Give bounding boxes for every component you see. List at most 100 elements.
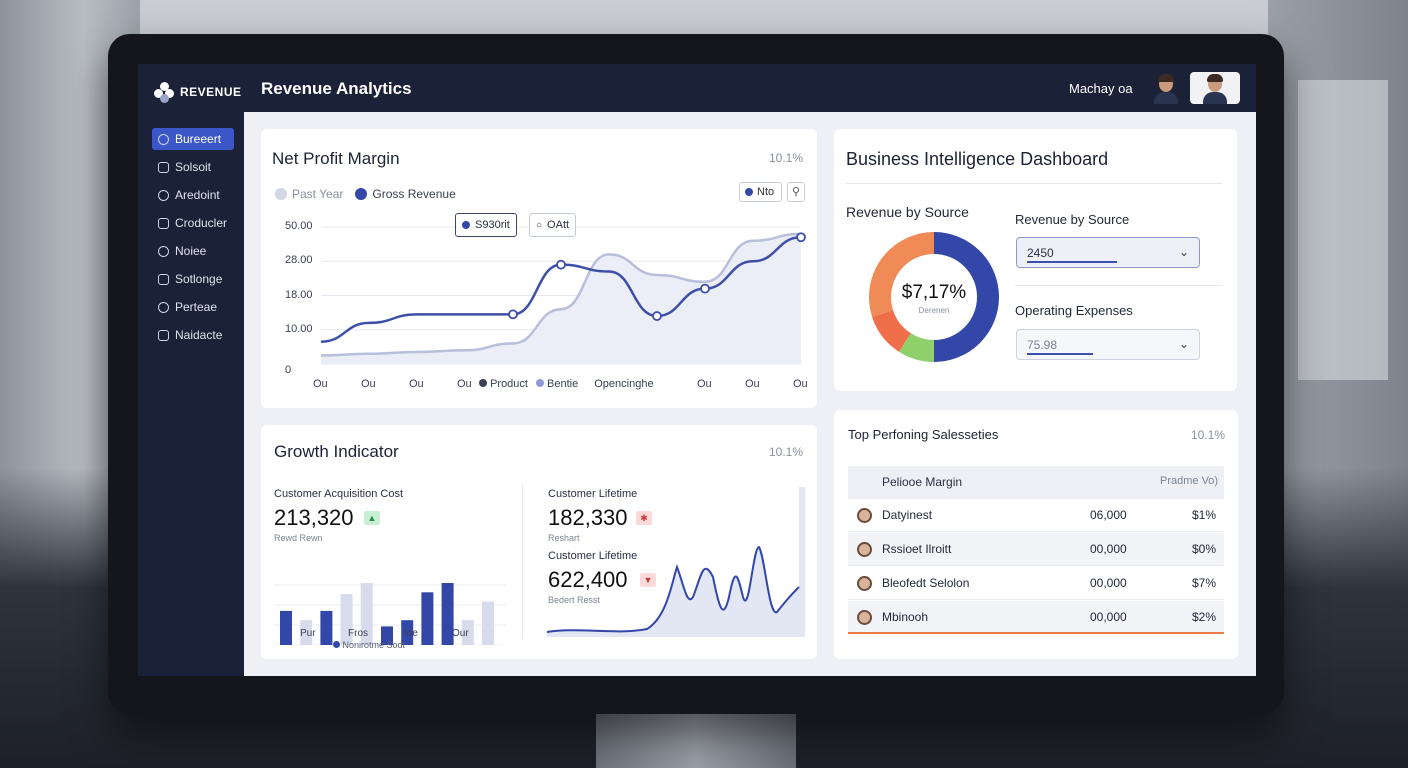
table-header: Peliooe Margin Pradme Vo) [848, 466, 1224, 499]
sidebar: REVENUE Bureeert Solsoit Aredoint Croducler… [138, 64, 244, 676]
sales-amount: 06,000 [1090, 508, 1127, 522]
legend-bentie[interactable]: Bentie [535, 378, 579, 390]
legend-dot [535, 379, 544, 387]
sidebar-item-7[interactable]: Naidacte [152, 324, 234, 346]
table-row[interactable]: Bleofedt Selolon 00,000 $7% [848, 567, 1224, 600]
column-header[interactable]: Pradme Vo) [1160, 475, 1218, 487]
sidebar-item-4[interactable]: Noiee [152, 240, 234, 262]
sidebar-item-label: Naidacte [175, 328, 223, 342]
bar-legend[interactable]: Nonirotme Sodt [333, 640, 405, 650]
x-tick-label: Ou [697, 378, 712, 390]
sales-amount: 00,000 [1090, 610, 1127, 624]
logo-icon [154, 82, 174, 103]
sales-percentage: $2% [1192, 610, 1217, 624]
legend-opening[interactable]: Opencinghe [594, 378, 653, 390]
avatar-secondary[interactable] [1190, 72, 1240, 104]
card-title: Top Perfoning Salesseties [848, 427, 999, 442]
data-point[interactable] [796, 232, 806, 243]
y-tick-label: 50.00 [285, 220, 313, 232]
edit-icon [158, 161, 169, 173]
top-header: Revenue Analytics Machay oa [244, 64, 1256, 112]
report-icon [158, 189, 169, 201]
sidebar-item-2[interactable]: Aredoint [152, 184, 234, 206]
revenue-by-source-label: Revenue by Source [846, 204, 969, 220]
page-title: Revenue Analytics [261, 79, 412, 98]
column-header[interactable]: Peliooe Margin [882, 475, 962, 489]
sidebar-item-5[interactable]: Sotlonge [152, 268, 234, 290]
dropdown-value: 2450 [1027, 245, 1054, 260]
chip-dot [462, 221, 470, 229]
sales-amount: 00,000 [1090, 576, 1127, 590]
legend-product[interactable]: Product [479, 378, 528, 390]
sidebar-item-label: Bureeert [175, 132, 222, 146]
user-name[interactable]: Machay oa [1069, 81, 1133, 96]
avatar[interactable] [1151, 72, 1181, 104]
x-tick-label: Ou [793, 378, 808, 390]
sidebar-item-6[interactable]: Perteae [152, 296, 234, 318]
pen-icon [158, 273, 169, 285]
x-tick-label: Ou [361, 378, 376, 390]
chart-series-legend: Product Bentie Opencinghe [479, 378, 654, 390]
y-tick-label: 10.00 [285, 322, 313, 335]
x-tick-label: Ou [409, 378, 424, 390]
top-sales-card: Top Perfoning Salesseties 10.1% Peliooe … [834, 410, 1238, 659]
minus-circle-icon [158, 329, 169, 341]
sidebar-item-label: Solsoit [175, 160, 212, 174]
y-tick-label: 28.00 [285, 254, 313, 267]
legend-label: Nonirotme Sodt [342, 640, 406, 650]
legend-dot [479, 379, 487, 387]
sidebar-item-3[interactable]: Croducler [152, 212, 234, 234]
chart-filter-chip[interactable]: ○ OAtt [529, 213, 577, 237]
sidebar-item-0[interactable]: Bureeert [152, 128, 234, 150]
sidebar-item-label: Noiee [175, 244, 207, 258]
sidebar-item-label: Perteae [175, 300, 218, 314]
trend-up-icon: ▲ [364, 511, 380, 525]
sales-percentage: $7% [1192, 576, 1217, 590]
y-tick-label: 0 [285, 364, 292, 376]
avatar [857, 610, 872, 625]
app-logo[interactable]: REVENUE [154, 82, 242, 103]
salesperson-name: Mbinooh [882, 610, 929, 624]
avatar [857, 542, 872, 557]
divider [522, 485, 523, 639]
x-tick-label: Ou [313, 378, 328, 390]
legend-dot [333, 641, 340, 648]
sales-amount: 00,000 [1090, 542, 1127, 556]
lifetime-sparkline [546, 487, 805, 637]
operating-expenses-dropdown[interactable]: 75.98 ⌄ [1016, 329, 1200, 360]
card-title: Growth Indicator [274, 442, 399, 461]
sidebar-item-1[interactable]: Solsoit [152, 156, 234, 178]
chip-circle-icon: ○ [536, 219, 543, 231]
data-point[interactable] [508, 309, 518, 320]
series-area-past-year [321, 233, 801, 364]
chart-filter-chip-selected[interactable]: S930rit [455, 213, 517, 237]
avatar [857, 576, 872, 591]
salesperson-name: Rssioet Ilroitt [882, 542, 952, 556]
net-profit-card: Net Profit Margin 10.1% Past Year Gross … [261, 129, 817, 408]
dropdown-label: Revenue by Source [1015, 212, 1130, 227]
sidebar-item-label: Aredoint [175, 188, 220, 202]
legend-label: Bentie [547, 378, 579, 390]
donut-caption: Derenen [918, 306, 950, 315]
card-title: Business Intelligence Dashboard [846, 149, 1109, 169]
table-row[interactable]: Datyinest 06,000 $1% [848, 499, 1224, 532]
bar-x-label: Our [452, 628, 469, 639]
data-point[interactable] [556, 259, 566, 270]
data-point[interactable] [700, 283, 710, 294]
revenue-source-dropdown[interactable]: 2450 ⌄ [1016, 237, 1200, 268]
document-icon [158, 301, 169, 313]
dashboard-icon [158, 133, 169, 145]
legend-label: Product [490, 378, 528, 390]
y-tick-label: 18.00 [285, 288, 313, 301]
salesperson-name: Bleofedt Selolon [882, 576, 970, 590]
x-tick-label: Ou [745, 378, 760, 390]
dashboard-screen: REVENUE Bureeert Solsoit Aredoint Croducler… [138, 64, 1256, 676]
sales-percentage: $1% [1192, 508, 1217, 522]
table-row[interactable]: Mbinooh 00,000 $2% [848, 601, 1224, 634]
sidebar-item-label: Croducler [175, 216, 228, 230]
table-row[interactable]: Rssioet Ilroitt 00,000 $0% [848, 533, 1224, 566]
chip-label: OAtt [547, 219, 570, 231]
data-point[interactable] [652, 311, 662, 321]
divider [846, 183, 1222, 184]
table-highlight-line [848, 632, 1224, 634]
